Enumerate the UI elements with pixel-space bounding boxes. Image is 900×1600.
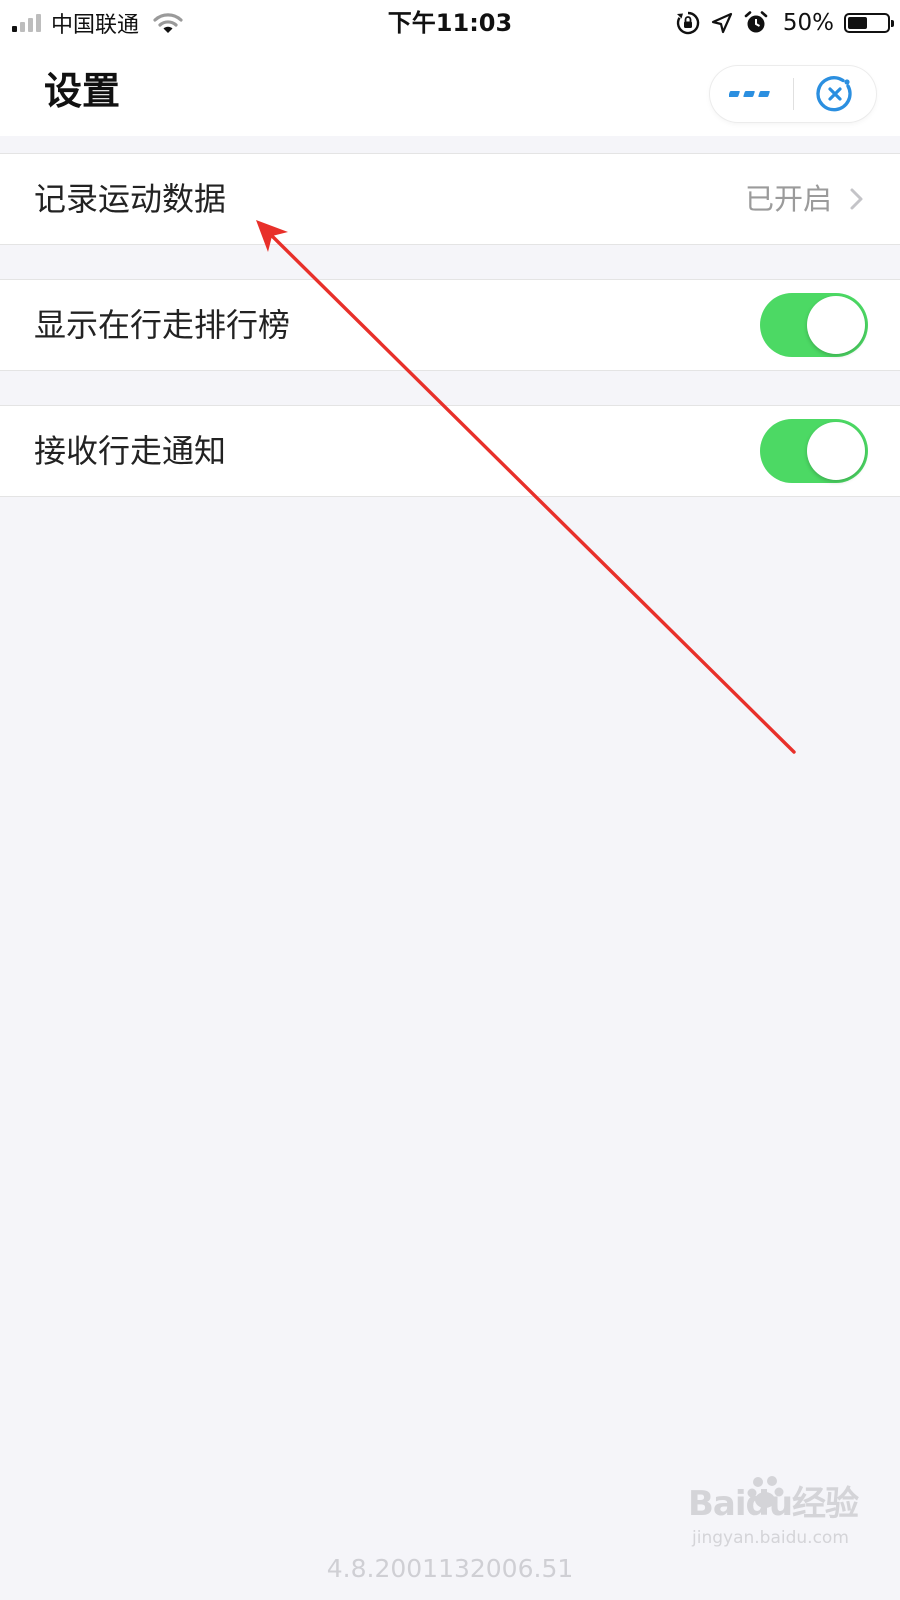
receive-notice-row: 接收行走通知 xyxy=(0,406,900,496)
battery-cap xyxy=(891,20,894,27)
record-sport-data-row[interactable]: 记录运动数据 已开启 xyxy=(0,154,900,244)
more-button[interactable] xyxy=(710,66,792,122)
watermark-brand: Baidu经验 xyxy=(688,1484,859,1524)
battery-level xyxy=(848,17,867,29)
page-title: 设置 xyxy=(44,69,121,113)
receive-notice-toggle[interactable] xyxy=(760,419,868,483)
mini-program-capsule xyxy=(710,66,876,122)
toggle-knob xyxy=(807,296,865,354)
chevron-right-icon xyxy=(850,188,863,210)
settings-group-notice: 接收行走通知 xyxy=(0,405,900,497)
battery-percent: 50% xyxy=(782,10,834,36)
record-sport-data-value: 已开启 xyxy=(744,182,832,216)
show-ranking-toggle[interactable] xyxy=(760,293,868,357)
watermark-url: jingyan.baidu.com xyxy=(692,1528,849,1548)
nav-bar: 设置 xyxy=(0,46,900,136)
show-ranking-label: 显示在行走排行榜 xyxy=(34,306,291,344)
screen: 中国联通 下午11:03 50% 设置 记录运动数据 已开启 显示在行走排行榜 … xyxy=(0,0,900,1600)
version-text: 4.8.2001132006.51 xyxy=(326,1554,574,1583)
status-bar-right: 50% xyxy=(675,0,894,46)
record-sport-data-label: 记录运动数据 xyxy=(34,180,227,218)
close-button[interactable] xyxy=(794,66,876,122)
location-icon xyxy=(711,12,732,34)
orientation-lock-icon xyxy=(676,11,700,35)
battery-icon xyxy=(844,13,894,33)
settings-group-record: 记录运动数据 已开启 xyxy=(0,153,900,245)
more-icon xyxy=(729,91,770,97)
status-bar: 中国联通 下午11:03 50% xyxy=(0,0,900,46)
alarm-icon xyxy=(744,11,768,33)
toggle-knob xyxy=(807,422,865,480)
close-icon xyxy=(816,76,852,112)
show-ranking-row: 显示在行走排行榜 xyxy=(0,280,900,370)
settings-group-ranking: 显示在行走排行榜 xyxy=(0,279,900,371)
receive-notice-label: 接收行走通知 xyxy=(34,432,227,470)
